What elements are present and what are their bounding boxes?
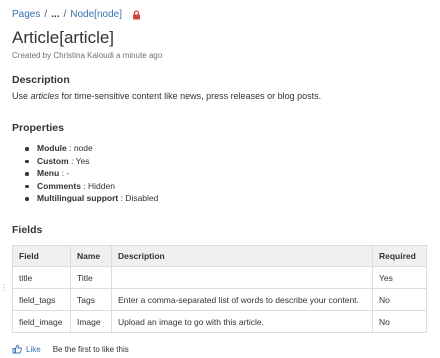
property-item: Multilingual support : Disabled (25, 192, 158, 205)
column-header-name: Name (69, 245, 112, 267)
fields-table: Field Name Description Required title Ti… (12, 245, 427, 333)
properties-list: Module : node Custom : Yes Menu : - Comm… (25, 142, 158, 205)
property-key: Module (37, 143, 67, 153)
cell-description: Upload an image to go with this article. (110, 310, 374, 333)
page-byline: Created by Christina Kaloudi a minute ag… (12, 51, 163, 60)
description-heading: Description (12, 74, 70, 86)
table-row: field_image Image Upload an image to go … (12, 310, 427, 333)
cell-description (110, 266, 374, 289)
column-header-field: Field (12, 245, 71, 267)
breadcrumb-current-link[interactable]: Node[node] (70, 9, 122, 20)
column-header-required: Required (372, 245, 427, 267)
table-row: field_tags Tags Enter a comma-separated … (12, 288, 427, 311)
breadcrumb-pages-link[interactable]: Pages (12, 9, 40, 20)
property-item: Comments : Hidden (25, 180, 158, 193)
property-value: : node (66, 143, 93, 153)
page-title: Article[article] (12, 28, 115, 47)
property-key: Multilingual support (37, 193, 119, 203)
column-header-description: Description (110, 245, 374, 267)
cell-field: field_tags (12, 288, 71, 311)
property-key: Custom (37, 155, 69, 166)
cell-name: Tags (69, 288, 112, 311)
table-row: title Title Yes (12, 266, 427, 289)
drag-handle-icon[interactable]: ⋮ (0, 284, 8, 292)
confluence-page: Pages / ... / Node[node] Article[article… (0, 0, 440, 358)
description-emphasis: articles (30, 91, 60, 101)
description-text-end: for time-sensitive content like news, pr… (59, 91, 322, 101)
like-link[interactable]: Like (26, 345, 41, 354)
lock-icon[interactable] (132, 9, 141, 20)
property-key: Menu (37, 168, 60, 178)
table-header-row: Field Name Description Required (12, 245, 427, 267)
properties-heading: Properties (12, 122, 64, 134)
cell-name: Image (69, 310, 112, 333)
breadcrumb-separator: / (44, 9, 48, 20)
breadcrumb-separator: / (63, 9, 67, 20)
cell-description: Enter a comma-separated list of words to… (110, 288, 374, 311)
cell-field: field_image (12, 310, 71, 333)
cell-required: Yes (372, 266, 427, 289)
cell-required: No (372, 310, 427, 333)
breadcrumb: Pages / ... / Node[node] (12, 9, 141, 20)
thumbs-up-icon[interactable] (12, 344, 22, 354)
property-value: : Hidden (80, 180, 115, 191)
like-status-text: Be the first to like this (52, 344, 129, 354)
description-text: Use articles for time-sensitive content … (12, 91, 321, 101)
fields-heading: Fields (12, 224, 43, 236)
property-key: Comments (37, 180, 81, 191)
cell-required: No (372, 288, 427, 311)
breadcrumb-ellipsis-link[interactable]: ... (51, 9, 59, 20)
property-value: : - (59, 168, 70, 178)
property-item: Module : node (25, 142, 158, 155)
property-item: Custom : Yes (25, 155, 158, 168)
like-bar: Like Be the first to like this (12, 344, 129, 354)
property-item: Menu : - (25, 167, 158, 180)
description-text-start: Use (12, 91, 31, 101)
cell-name: Title (69, 266, 112, 289)
property-value: : Yes (68, 155, 90, 166)
cell-field: title (12, 266, 71, 289)
property-value: : Disabled (118, 193, 159, 203)
